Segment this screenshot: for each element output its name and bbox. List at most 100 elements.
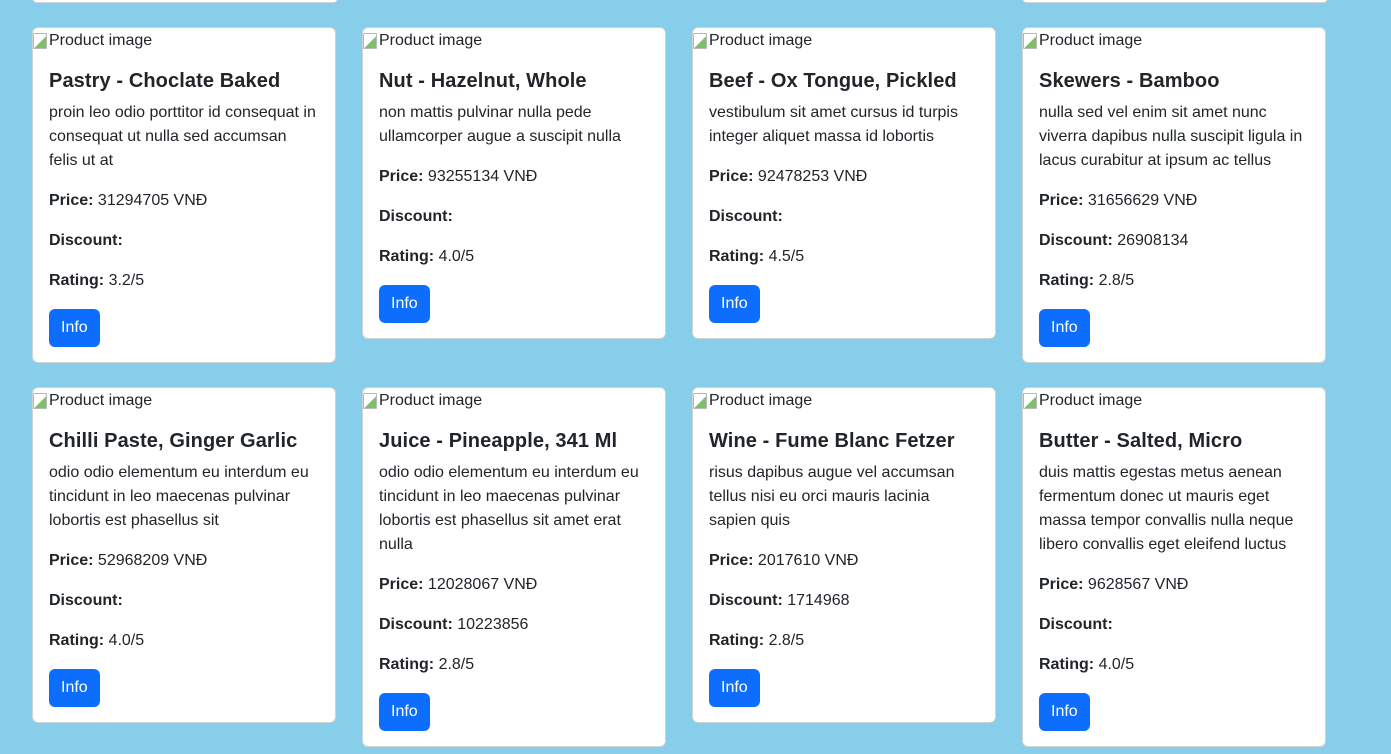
product-price: Price: 92478253 VNĐ <box>709 165 979 189</box>
discount-label: Discount: <box>379 616 453 633</box>
product-image: Product image <box>693 389 995 413</box>
product-card: Product image Beef - Ox Tongue, Pickled … <box>692 27 996 339</box>
rating-label: Rating: <box>1039 272 1095 289</box>
product-image: Product image <box>363 29 665 53</box>
product-discount: Discount: <box>379 205 649 229</box>
discount-label: Discount: <box>709 592 783 609</box>
price-value: 12028067 VNĐ <box>427 576 538 593</box>
product-description: vestibulum sit amet cursus id turpis int… <box>709 104 958 145</box>
product-rating: Rating: 4.5/5 <box>709 245 979 269</box>
discount-label: Discount: <box>49 592 123 609</box>
info-button[interactable]: Info <box>709 669 760 707</box>
product-image-alt: Product image <box>1039 32 1143 49</box>
product-discount: Discount: <box>1039 613 1309 637</box>
info-button[interactable]: Info <box>49 309 100 347</box>
price-value: 93255134 VNĐ <box>427 168 538 185</box>
product-card: Product image Wine - Fume Blanc Fetzer r… <box>692 387 996 723</box>
product-price: Price: 2017610 VNĐ <box>709 549 979 573</box>
broken-image-icon <box>693 33 707 49</box>
product-card: Product image Skewers - Bamboo nulla sed… <box>1022 27 1326 363</box>
rating-label: Rating: <box>709 248 765 265</box>
rating-label: Rating: <box>49 632 105 649</box>
product-price: Price: 93255134 VNĐ <box>379 165 649 189</box>
discount-value: 10223856 <box>457 616 529 633</box>
product-title: Nut - Hazelnut, Whole <box>379 70 587 92</box>
product-price: Price: 52968209 VNĐ <box>49 549 319 573</box>
product-rating: Rating: 3.2/5 <box>49 269 319 293</box>
info-button[interactable]: Info <box>379 693 430 731</box>
product-image-alt: Product image <box>49 32 153 49</box>
price-label: Price: <box>49 552 94 569</box>
rating-value: 2.8/5 <box>768 632 805 649</box>
discount-label: Discount: <box>49 232 123 249</box>
product-discount: Discount: <box>709 205 979 229</box>
product-title: Beef - Ox Tongue, Pickled <box>709 70 957 92</box>
broken-image-icon <box>1023 33 1037 49</box>
broken-image-icon <box>363 393 377 409</box>
broken-image-icon <box>693 393 707 409</box>
product-description: risus dapibus augue vel accumsan tellus … <box>709 464 955 529</box>
product-price: Price: 31294705 VNĐ <box>49 189 319 213</box>
rating-value: 4.0/5 <box>438 248 475 265</box>
rating-value: 2.8/5 <box>438 656 475 673</box>
rating-value: 3.2/5 <box>108 272 145 289</box>
price-label: Price: <box>709 168 754 185</box>
product-description: non mattis pulvinar nulla pede ullamcorp… <box>379 104 621 145</box>
product-description: duis mattis egestas metus aenean ferment… <box>1039 464 1294 553</box>
discount-label: Discount: <box>709 208 783 225</box>
product-price: Price: 9628567 VNĐ <box>1039 573 1309 597</box>
info-button[interactable]: Info <box>379 285 430 323</box>
product-rating: Rating: 2.8/5 <box>379 653 649 677</box>
discount-value: 1714968 <box>787 592 850 609</box>
product-rating: Rating: 4.0/5 <box>49 629 319 653</box>
price-label: Price: <box>379 168 424 185</box>
product-title: Wine - Fume Blanc Fetzer <box>709 430 955 452</box>
broken-image-icon <box>1023 393 1037 409</box>
product-image-alt: Product image <box>379 32 483 49</box>
discount-label: Discount: <box>1039 616 1113 633</box>
product-image-alt: Product image <box>709 32 813 49</box>
info-button[interactable]: Info <box>1039 693 1090 731</box>
product-rating: Rating: 2.8/5 <box>709 629 979 653</box>
info-button[interactable]: Info <box>1039 309 1090 347</box>
rating-value: 4.0/5 <box>108 632 145 649</box>
price-label: Price: <box>1039 576 1084 593</box>
product-card: Product image Chilli Paste, Ginger Garli… <box>32 387 336 723</box>
product-description: odio odio elementum eu interdum eu tinci… <box>379 464 639 553</box>
price-value: 31656629 VNĐ <box>1087 192 1198 209</box>
product-rating: Rating: 4.0/5 <box>1039 653 1309 677</box>
broken-image-icon <box>363 33 377 49</box>
product-discount: Discount: <box>49 589 319 613</box>
product-card: Product image Juice - Pineapple, 341 Ml … <box>362 387 666 747</box>
broken-image-icon <box>33 33 47 49</box>
card-above-stub <box>1022 0 1328 3</box>
product-rating: Rating: 2.8/5 <box>1039 269 1309 293</box>
rating-label: Rating: <box>49 272 105 289</box>
product-image: Product image <box>33 29 335 53</box>
price-label: Price: <box>1039 192 1084 209</box>
product-image: Product image <box>33 389 335 413</box>
product-image-alt: Product image <box>49 392 153 409</box>
product-discount: Discount: 1714968 <box>709 589 979 613</box>
rating-label: Rating: <box>379 248 435 265</box>
broken-image-icon <box>33 393 47 409</box>
product-discount: Discount: <box>49 229 319 253</box>
info-button[interactable]: Info <box>709 285 760 323</box>
product-description: proin leo odio porttitor id consequat in… <box>49 104 316 169</box>
product-image: Product image <box>363 389 665 413</box>
product-discount: Discount: 26908134 <box>1039 229 1309 253</box>
price-value: 2017610 VNĐ <box>757 552 859 569</box>
product-image-alt: Product image <box>709 392 813 409</box>
price-value: 9628567 VNĐ <box>1087 576 1189 593</box>
product-title: Skewers - Bamboo <box>1039 70 1220 92</box>
product-price: Price: 31656629 VNĐ <box>1039 189 1309 213</box>
info-button[interactable]: Info <box>49 669 100 707</box>
rating-value: 4.0/5 <box>1098 656 1135 673</box>
product-title: Pastry - Choclate Baked <box>49 70 281 92</box>
price-value: 52968209 VNĐ <box>97 552 208 569</box>
product-title: Juice - Pineapple, 341 Ml <box>379 430 618 452</box>
product-image: Product image <box>1023 29 1325 53</box>
rating-value: 4.5/5 <box>768 248 805 265</box>
price-label: Price: <box>709 552 754 569</box>
rating-label: Rating: <box>709 632 765 649</box>
